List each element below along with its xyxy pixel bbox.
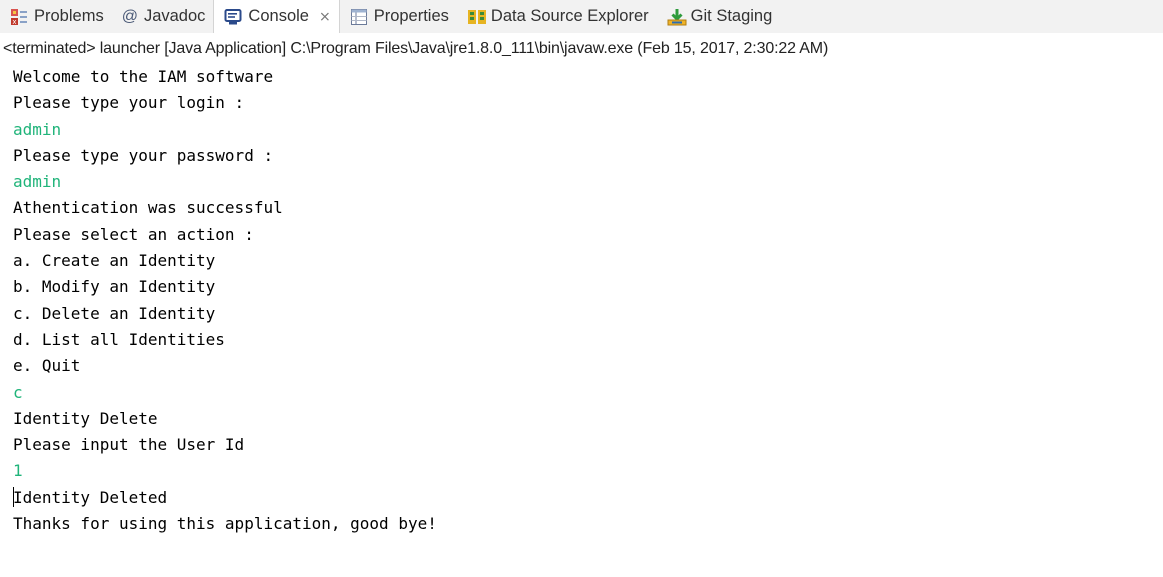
console-output-line: Please type your login :: [13, 90, 1163, 116]
console-line-text: Please select an action :: [13, 224, 254, 244]
console-status: <terminated> launcher [Java Application]…: [3, 40, 829, 57]
svg-text:x: x: [12, 18, 16, 26]
console-line-text: c. Delete an Identity: [13, 303, 216, 323]
console-line-text: b. Modify an Identity: [13, 277, 216, 297]
console-output-line: Please select an action :: [13, 222, 1163, 248]
problems-icon: x: [10, 8, 28, 26]
console-output-line: b. Modify an Identity: [13, 274, 1163, 300]
console-input-line: c: [13, 380, 1163, 406]
console-output-line: c. Delete an Identity: [13, 301, 1163, 327]
console-icon: [224, 8, 242, 26]
console-line-text: Thanks for using this application, good …: [13, 514, 437, 534]
console-line-text: Welcome to the IAM software: [13, 67, 274, 86]
console-line-text: e. Quit: [13, 356, 81, 376]
tab-console[interactable]: Console ⨯: [213, 0, 340, 33]
console-output-line: e. Quit: [13, 353, 1163, 379]
console-line-text: Please type your login :: [13, 93, 245, 113]
console-input-line: admin: [13, 117, 1163, 143]
console-line-text: 1: [13, 461, 23, 481]
close-icon[interactable]: ⨯: [319, 8, 331, 25]
console-output-line: Athentication was successful: [13, 195, 1163, 221]
console-output-line: Welcome to the IAM software: [13, 64, 1163, 90]
tab-label: Properties: [373, 7, 449, 25]
console-line-text: a. Create an Identity: [13, 251, 216, 271]
tab-label: Problems: [34, 7, 104, 25]
console-output-line: a. Create an Identity: [13, 248, 1163, 274]
console-line-text: admin: [13, 172, 62, 192]
tab-label: Git Staging: [690, 7, 773, 25]
console-output-line: Identity Delete: [13, 406, 1163, 432]
console-line-text: Identity Delete: [13, 408, 158, 428]
console-line-text: Athentication was successful: [13, 198, 283, 218]
console-line-text: d. List all Identities: [13, 329, 225, 349]
tab-git-staging[interactable]: Git Staging: [657, 0, 781, 33]
tab-label: Javadoc: [143, 7, 206, 25]
tab-label: Console: [248, 7, 309, 25]
console-output-line: d. List all Identities: [13, 327, 1163, 353]
javadoc-icon: @: [121, 7, 138, 25]
console-line-text: Please input the User Id: [13, 435, 245, 455]
console-output-line: Please input the User Id: [13, 432, 1163, 458]
console-input-line: 1: [13, 458, 1163, 484]
console-output-line: Please type your password :: [13, 143, 1163, 169]
git-staging-icon: [667, 8, 687, 26]
console-line-text: Identity Deleted: [13, 487, 168, 507]
tab-javadoc[interactable]: @ Javadoc: [112, 0, 214, 33]
tab-data-source-explorer[interactable]: Data Source Explorer: [457, 0, 657, 33]
console-output[interactable]: Welcome to the IAM software Please type y…: [0, 64, 1163, 577]
view-tab-bar: x Problems @ Javadoc Console ⨯ Propertie…: [0, 0, 1163, 33]
properties-icon: [350, 8, 368, 26]
console-line-text: c: [13, 382, 23, 402]
tab-label: Data Source Explorer: [490, 7, 649, 25]
data-source-explorer-icon: [467, 8, 486, 26]
console-output-line: Identity Deleted: [13, 485, 1163, 511]
console-output-line: Thanks for using this application, good …: [13, 511, 1163, 537]
console-line-text: Please type your password :: [13, 145, 274, 165]
console-line-text: admin: [13, 119, 62, 139]
tab-problems[interactable]: x Problems: [0, 0, 112, 33]
tab-properties[interactable]: Properties: [340, 0, 457, 33]
console-input-line: admin: [13, 169, 1163, 195]
